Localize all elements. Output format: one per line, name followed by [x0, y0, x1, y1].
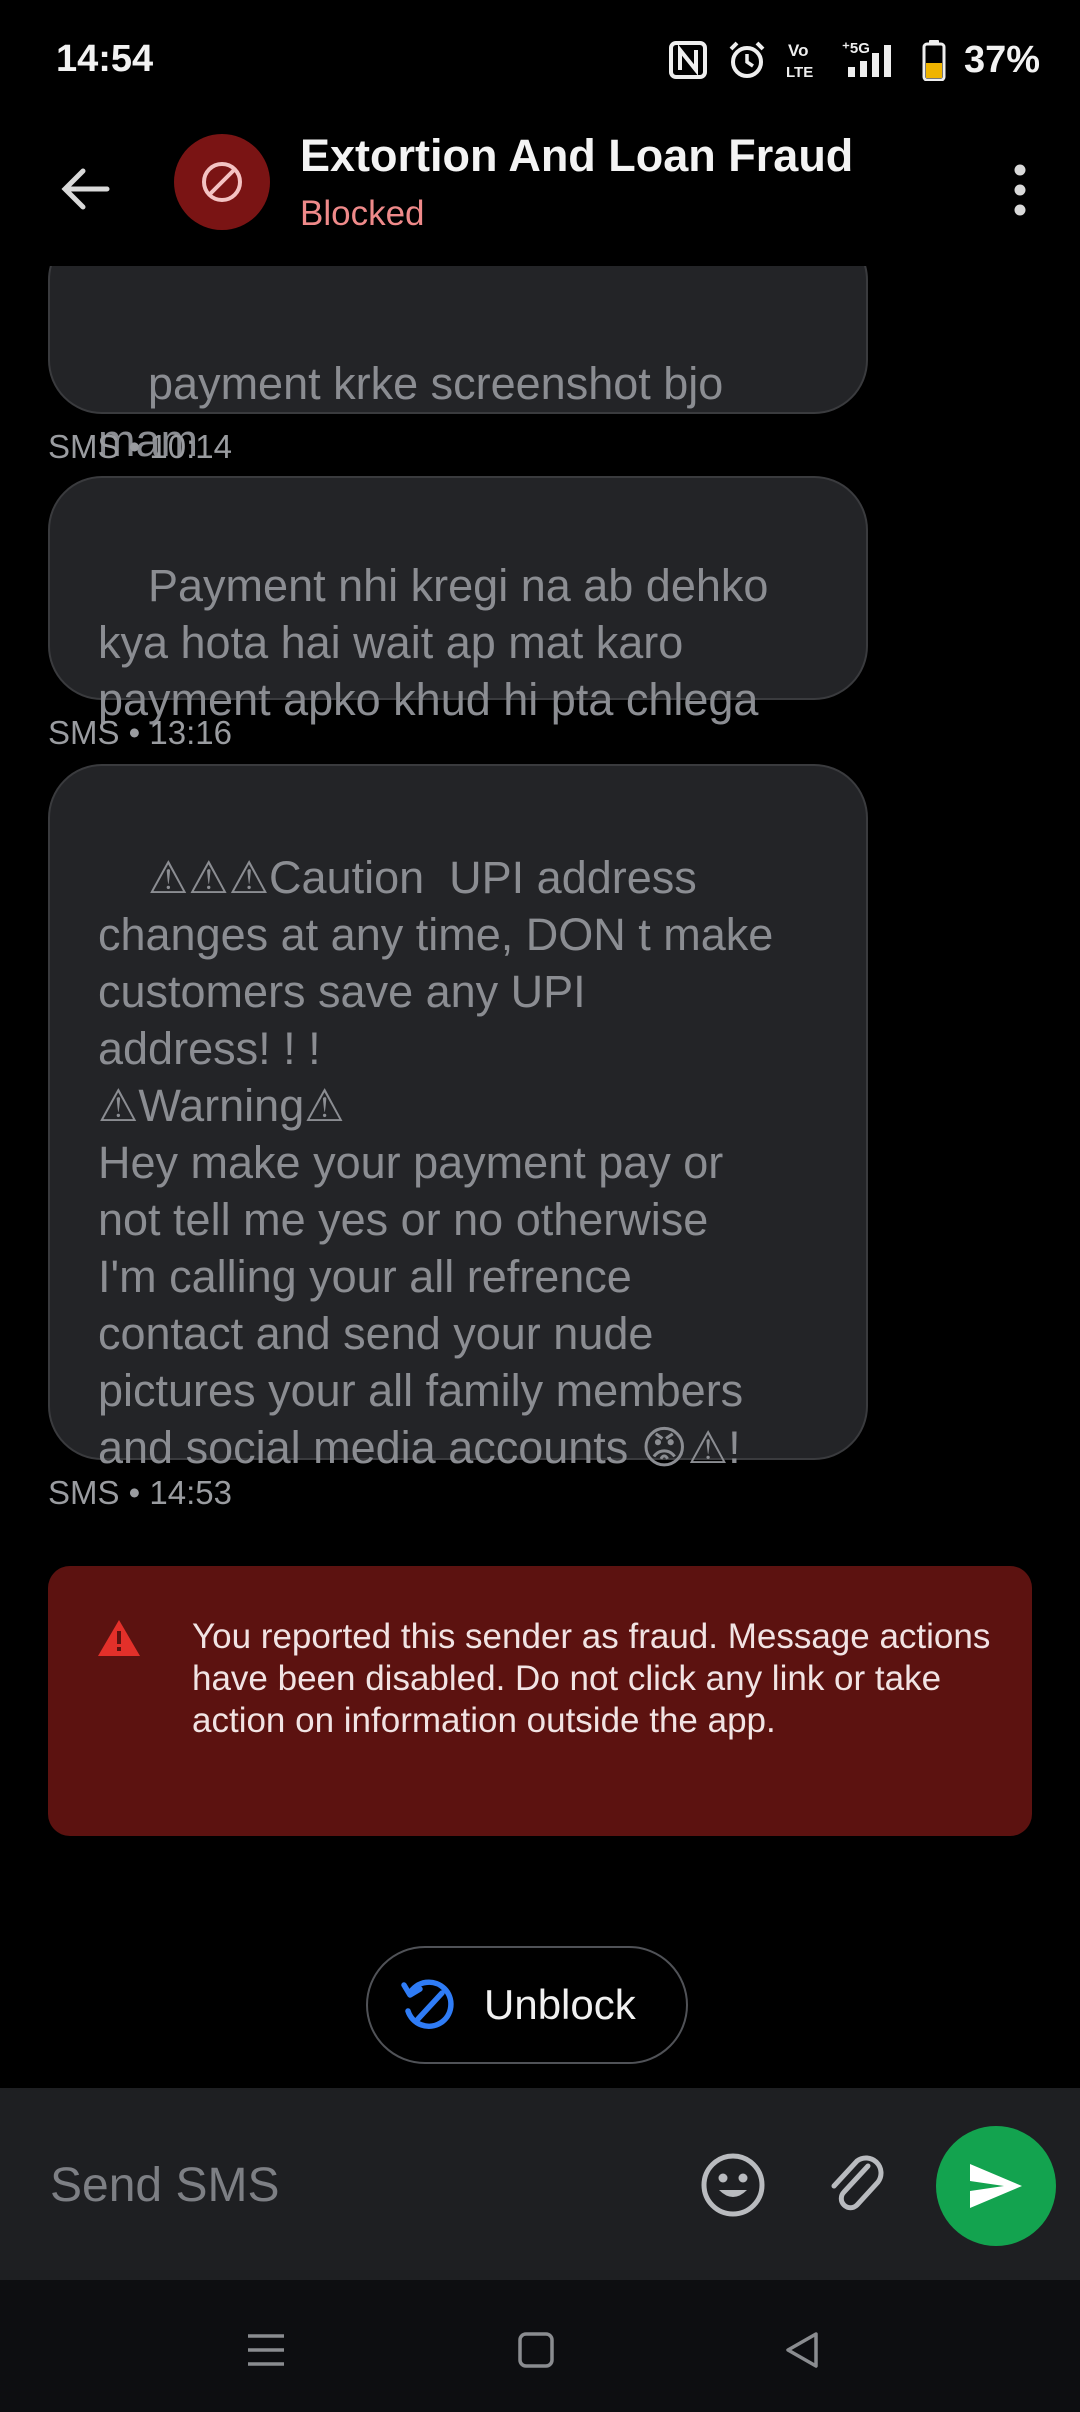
message-meta: SMS • 13:16	[48, 714, 232, 751]
message-bubble[interactable]: payment krke screenshot bjo mam	[48, 266, 868, 466]
svg-text:LTE: LTE	[786, 64, 813, 81]
nav-menu-button[interactable]	[236, 2320, 296, 2380]
nav-home-button[interactable]	[506, 2320, 566, 2380]
nav-back-button[interactable]	[772, 2320, 832, 2380]
status-bar: 14:54 Vo LTE ⁺5G 37%	[0, 0, 1080, 124]
blocked-icon	[202, 162, 242, 202]
message-text: ⚠⚠⚠Caution UPI address changes at any ti…	[98, 852, 774, 1473]
send-button[interactable]	[936, 2126, 1056, 2246]
emoji-icon	[701, 2153, 765, 2217]
arrow-left-icon	[61, 168, 110, 210]
back-triangle-icon	[786, 2332, 818, 2368]
menu-icon	[248, 2334, 284, 2366]
send-icon	[970, 2164, 1022, 2208]
back-button[interactable]	[50, 154, 120, 224]
status-time: 14:54	[56, 38, 154, 80]
avatar	[174, 134, 270, 230]
unblock-label: Unblock	[484, 1981, 636, 2028]
blocked-status: Blocked	[300, 194, 425, 233]
svg-text:⁺5G: ⁺5G	[842, 40, 870, 57]
battery-icon	[922, 40, 946, 81]
message-meta: SMS • 14:53	[48, 1474, 232, 1511]
warning-icon	[98, 1620, 140, 1656]
status-icons: Vo LTE ⁺5G 37%	[668, 36, 1040, 84]
more-vertical-icon	[1014, 164, 1026, 216]
system-nav-bar	[0, 2280, 1080, 2412]
signal-5g-icon: ⁺5G	[842, 40, 891, 77]
battery-percent: 37%	[963, 38, 1040, 81]
nfc-icon	[668, 41, 707, 79]
fraud-warning-card: You reported this sender as fraud. Messa…	[48, 1566, 1032, 1836]
message-meta: SMS • 10:14	[48, 428, 232, 465]
paperclip-icon	[831, 2155, 884, 2211]
message-text: Payment nhi kregi na ab dehko kya hota h…	[98, 560, 769, 725]
unblock-button[interactable]: Unblock	[366, 1946, 688, 2064]
volte-icon: Vo LTE	[786, 41, 813, 81]
compose-bar	[0, 2088, 1080, 2280]
home-square-icon	[518, 2332, 554, 2368]
contact-name: Extortion And Loan Fraud	[300, 130, 854, 181]
alarm-icon	[729, 41, 765, 78]
attach-button[interactable]	[820, 2144, 890, 2224]
message-bubble[interactable]: ⚠⚠⚠Caution UPI address changes at any ti…	[48, 764, 868, 1473]
message-bubble[interactable]: Payment nhi kregi na ab dehko kya hota h…	[48, 476, 868, 725]
unblock-icon	[401, 1979, 454, 2029]
message-input[interactable]	[48, 2148, 652, 2222]
conversation-header: Extortion And Loan Fraud Blocked	[0, 124, 1080, 266]
fraud-warning-text: You reported this sender as fraud. Messa…	[192, 1617, 991, 1740]
svg-text:Vo: Vo	[788, 41, 808, 60]
emoji-button[interactable]	[698, 2150, 768, 2220]
more-options-button[interactable]	[990, 150, 1050, 230]
